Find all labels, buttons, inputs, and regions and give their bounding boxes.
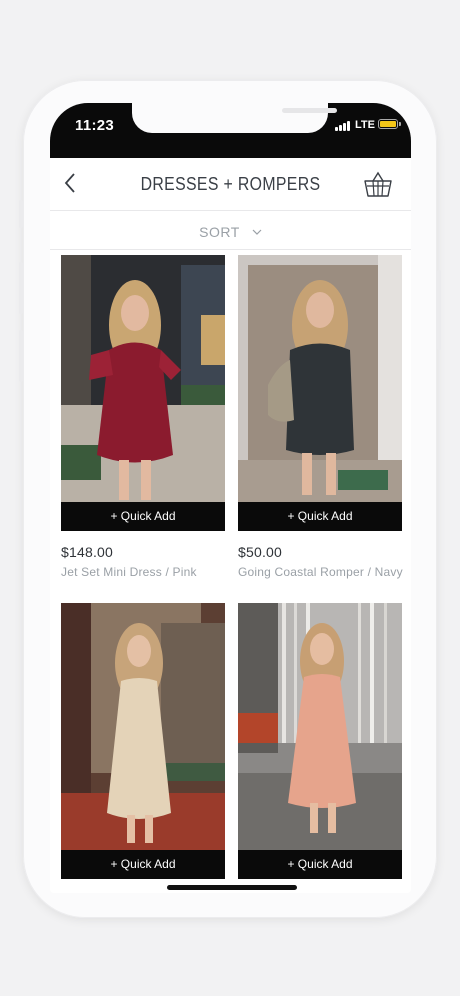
speaker — [282, 108, 337, 113]
volume-up-button — [19, 262, 23, 314]
volume-down-button — [19, 330, 23, 382]
product-image[interactable] — [238, 603, 402, 850]
network-label: LTE — [355, 119, 375, 131]
product-image[interactable] — [61, 255, 225, 502]
quick-add-button[interactable]: + Quick Add — [61, 502, 225, 531]
mute-switch — [19, 200, 23, 228]
app-screen: 11:23 LTE DRESSES + ROMPERS SORT + Quick… — [50, 103, 411, 893]
home-indicator[interactable] — [167, 885, 297, 890]
notch — [132, 103, 337, 133]
sort-dropdown[interactable]: SORT — [50, 222, 411, 240]
status-time: 11:23 — [75, 117, 115, 134]
nav-header: DRESSES + ROMPERS — [50, 158, 411, 211]
product-image[interactable] — [61, 603, 225, 850]
cart-button[interactable] — [363, 169, 393, 199]
status-bar: 11:23 LTE — [50, 103, 411, 158]
product-price: $148.00 — [61, 544, 114, 560]
product-name[interactable]: Jet Set Mini Dress / Pink — [61, 565, 197, 579]
battery-icon — [378, 119, 398, 129]
battery-tip — [399, 122, 401, 126]
quick-add-button[interactable]: + Quick Add — [61, 850, 225, 879]
product-image[interactable] — [238, 255, 402, 502]
quick-add-button[interactable]: + Quick Add — [238, 850, 402, 879]
product-name[interactable]: Going Coastal Romper / Navy — [238, 565, 403, 579]
quick-add-button[interactable]: + Quick Add — [238, 502, 402, 531]
sort-label: SORT — [199, 224, 240, 240]
product-price: $50.00 — [238, 544, 283, 560]
signal-icon — [335, 121, 353, 131]
power-button — [437, 270, 441, 350]
page-title: DRESSES + ROMPERS — [140, 174, 321, 194]
sort-bar: SORT — [50, 211, 411, 250]
basket-icon — [364, 171, 392, 197]
chevron-down-icon — [252, 222, 262, 238]
